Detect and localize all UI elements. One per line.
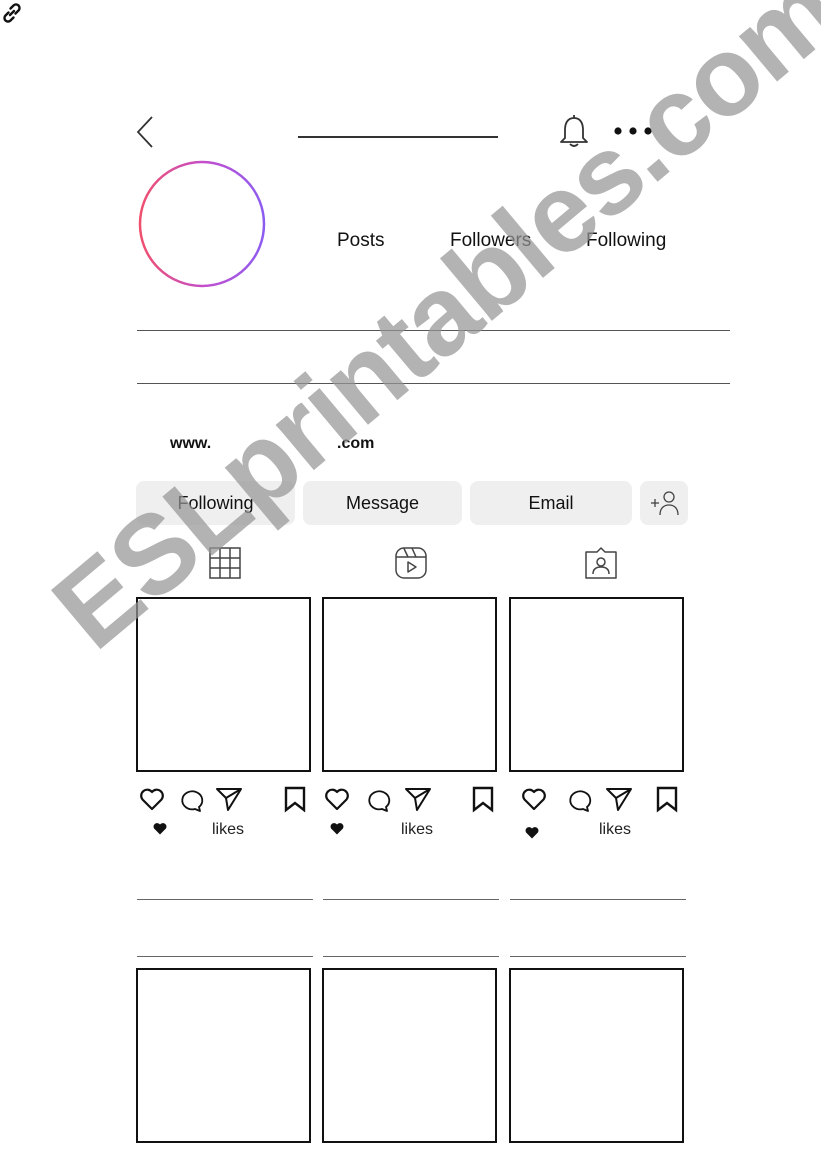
website-row[interactable] xyxy=(0,0,821,26)
message-button[interactable]: Message xyxy=(303,481,462,525)
post-6-image[interactable] xyxy=(509,968,684,1143)
share-send-icon[interactable] xyxy=(215,785,243,813)
likes-heart-icon xyxy=(330,823,344,835)
bookmark-save-icon[interactable] xyxy=(653,785,681,813)
post-1-image[interactable] xyxy=(136,597,311,772)
likes-heart-icon xyxy=(525,827,539,839)
post-4-image[interactable] xyxy=(136,968,311,1143)
post-2-caption-line-2 xyxy=(323,956,499,957)
grid-icon[interactable] xyxy=(208,546,242,580)
share-send-icon[interactable] xyxy=(605,785,633,813)
post-5-image[interactable] xyxy=(322,968,497,1143)
post-3-image[interactable] xyxy=(509,597,684,772)
bell-icon[interactable] xyxy=(558,114,590,150)
add-user-button[interactable] xyxy=(640,481,688,525)
post-3-likes-label[interactable]: likes xyxy=(599,821,631,839)
comment-icon[interactable] xyxy=(177,786,205,814)
stat-following-label[interactable]: Following xyxy=(586,230,666,252)
following-button[interactable]: Following xyxy=(136,481,295,525)
more-horizontal-icon[interactable] xyxy=(612,122,654,140)
email-button-label: Email xyxy=(528,492,574,513)
stat-posts-label: Posts xyxy=(337,230,385,251)
bio-line-2 xyxy=(137,383,730,384)
post-3-caption-line-2 xyxy=(510,956,686,957)
email-button[interactable]: Email xyxy=(470,481,632,525)
post-2-image[interactable] xyxy=(322,597,497,772)
tagged-person-icon[interactable] xyxy=(584,546,618,580)
message-button-label: Message xyxy=(345,492,420,513)
post-3-caption-line-1 xyxy=(510,899,686,900)
link-icon xyxy=(3,3,21,23)
post-2-likes-label[interactable]: likes xyxy=(401,821,433,839)
add-person-icon xyxy=(651,491,679,516)
post-2-caption-line-1 xyxy=(323,899,499,900)
comment-icon[interactable] xyxy=(565,786,593,814)
share-send-icon[interactable] xyxy=(404,785,432,813)
like-heart-icon[interactable] xyxy=(323,785,351,813)
like-heart-icon[interactable] xyxy=(520,785,548,813)
post-1-caption-line-1 xyxy=(137,899,313,900)
bio-line-1 xyxy=(137,330,730,331)
back-chevron-icon[interactable] xyxy=(134,114,158,150)
like-heart-icon[interactable] xyxy=(138,785,166,813)
bookmark-save-icon[interactable] xyxy=(469,785,497,813)
stat-followers-label[interactable]: Followers xyxy=(450,230,531,252)
bookmark-save-icon[interactable] xyxy=(281,785,309,813)
comment-icon[interactable] xyxy=(364,786,392,814)
profile-avatar[interactable] xyxy=(137,159,267,289)
username-blank-line xyxy=(298,136,498,138)
post-1-likes-label[interactable]: likes xyxy=(212,821,244,839)
website-prefix[interactable]: www. xyxy=(170,435,211,453)
likes-heart-icon xyxy=(153,823,167,835)
reels-icon[interactable] xyxy=(394,546,428,580)
website-suffix[interactable]: .com xyxy=(337,435,374,453)
post-1-caption-line-2 xyxy=(137,956,313,957)
